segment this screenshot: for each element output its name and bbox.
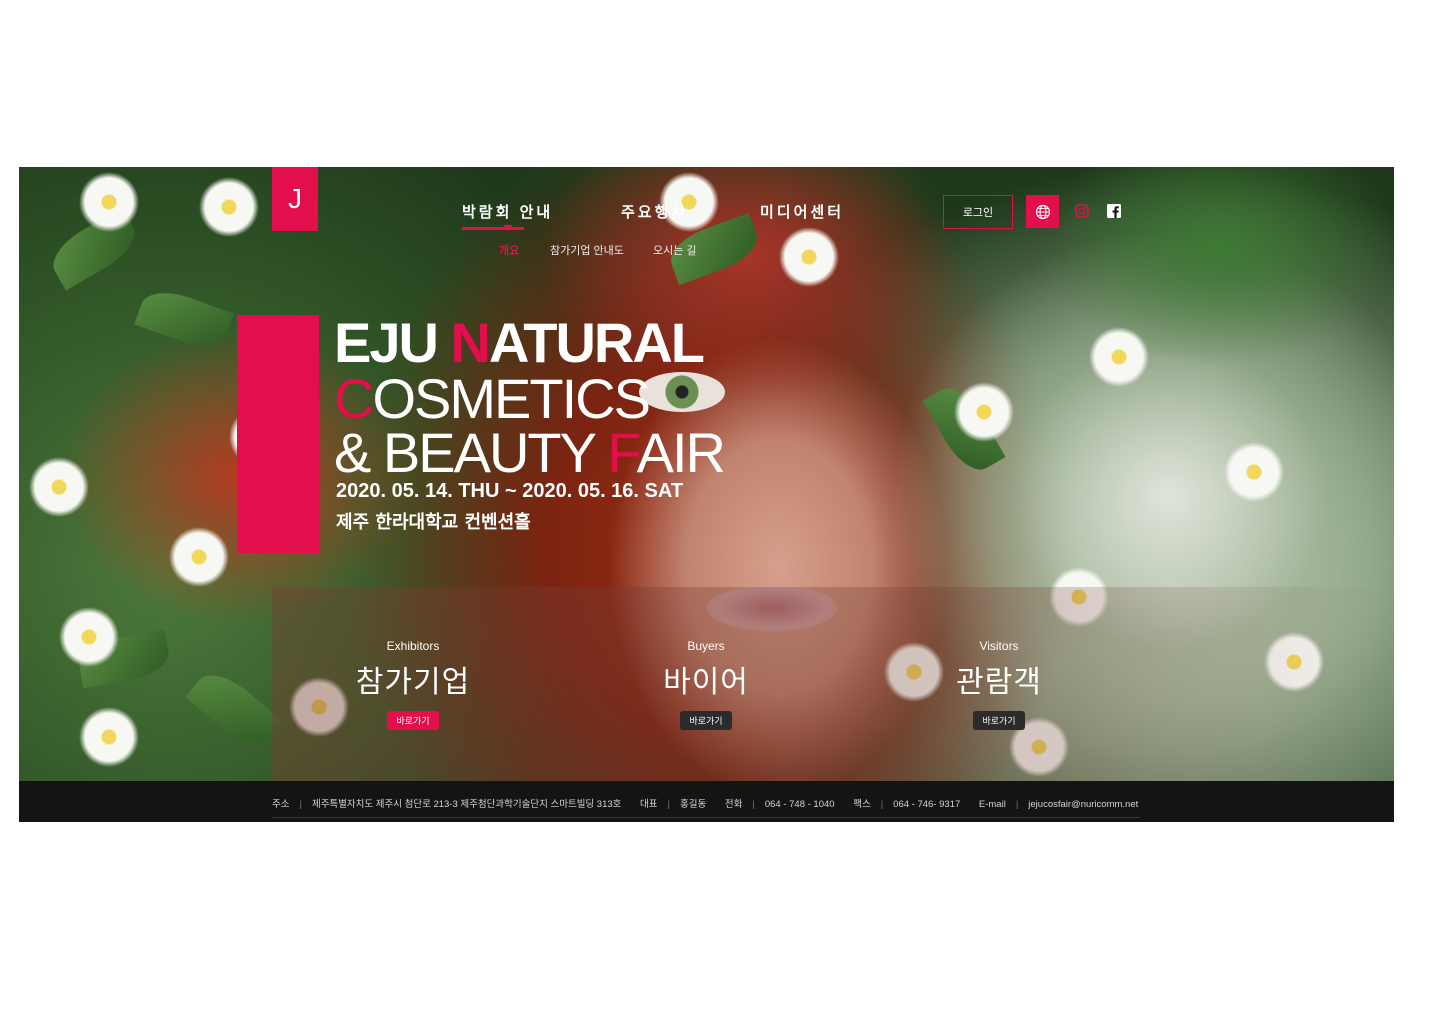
website-viewport: J 박람회 안내 주요행사 미디어센터 개요 참가기업 안내도 오시는 길 로그…: [19, 167, 1394, 822]
cta-exhibitors-en: Exhibitors: [386, 639, 440, 653]
footer-fax-label: 팩스: [853, 799, 871, 810]
cta-exhibitors-ko: 참가기업: [355, 665, 471, 700]
cta-exhibitors: Exhibitors 참가기업 바로가기: [313, 639, 513, 730]
footer-address: 제주특별자치도 제주시 첨단로 213-3 제주첨단과학기술단지 스마트빌딩 3…: [311, 799, 622, 810]
footer-fax: 064 - 746- 9317: [893, 799, 961, 810]
footer-info-row: 주소 | 제주특별자치도 제주시 첨단로 213-3 제주첨단과학기술단지 스마트빌…: [272, 796, 1138, 810]
site-footer: 주소 | 제주특별자치도 제주시 첨단로 213-3 제주첨단과학기술단지 스마트빌…: [19, 781, 1394, 822]
nav-active-underline: [462, 227, 524, 230]
instagram-icon[interactable]: [1075, 204, 1089, 218]
footer-email[interactable]: jejucosfair@nuricomm.net: [1028, 799, 1138, 810]
subnav-item-directions[interactable]: 오시는 길: [653, 242, 697, 258]
cta-buyers-en: Buyers: [687, 639, 725, 653]
nav-item-media-center[interactable]: 미디어센터: [760, 201, 844, 222]
hero-j-logo-mark: [237, 315, 319, 553]
footer-ceo-label: 대표: [640, 799, 658, 810]
cta-visitors: Visitors 관람객 바로가기: [899, 639, 1099, 730]
cta-buyers-ko: 바이어: [663, 665, 749, 700]
cta-visitors-ko: 관람객: [956, 665, 1042, 700]
cta-exhibitors-button[interactable]: 바로가기: [387, 711, 439, 730]
cta-visitors-en: Visitors: [979, 639, 1019, 653]
cta-buyers-button[interactable]: 바로가기: [680, 711, 732, 730]
cta-visitors-button[interactable]: 바로가기: [973, 711, 1025, 730]
footer-address-label: 주소: [272, 799, 290, 810]
hero-title-line-1: EJU NATURAL: [334, 311, 705, 374]
logo-letter: J: [288, 183, 302, 214]
language-button[interactable]: [1026, 195, 1059, 228]
footer-phone: 064 - 748 - 1040: [764, 799, 835, 810]
hero-title-line-3: & BEAUTY FAIR: [334, 421, 726, 484]
hero-title-line-2: COSMETICS: [334, 367, 651, 430]
nav-item-main-events[interactable]: 주요행사: [621, 201, 688, 222]
nav-active-caret: [503, 225, 513, 231]
footer-divider: [272, 817, 1140, 818]
hero-event-venue: 제주 한라대학교 컨벤션홀: [336, 512, 531, 533]
subnav-item-overview[interactable]: 개요: [499, 242, 519, 258]
footer-email-label: E-mail: [978, 799, 1006, 810]
hero-eye-image: [639, 372, 725, 412]
subnav-item-exhibitor-map[interactable]: 참가기업 안내도: [550, 242, 624, 258]
globe-icon: [1035, 204, 1050, 219]
facebook-icon[interactable]: [1107, 204, 1121, 218]
footer-phone-label: 전화: [724, 799, 743, 810]
nav-item-fair-info[interactable]: 박람회 안내: [462, 201, 553, 222]
site-logo[interactable]: J: [272, 167, 318, 231]
hero-event-date: 2020. 05. 14. THU ~ 2020. 05. 16. SAT: [336, 480, 684, 502]
cta-buyers: Buyers 바이어 바로가기: [606, 639, 806, 730]
footer-ceo: 홍길동: [680, 799, 707, 810]
login-button[interactable]: 로그인: [943, 195, 1013, 229]
